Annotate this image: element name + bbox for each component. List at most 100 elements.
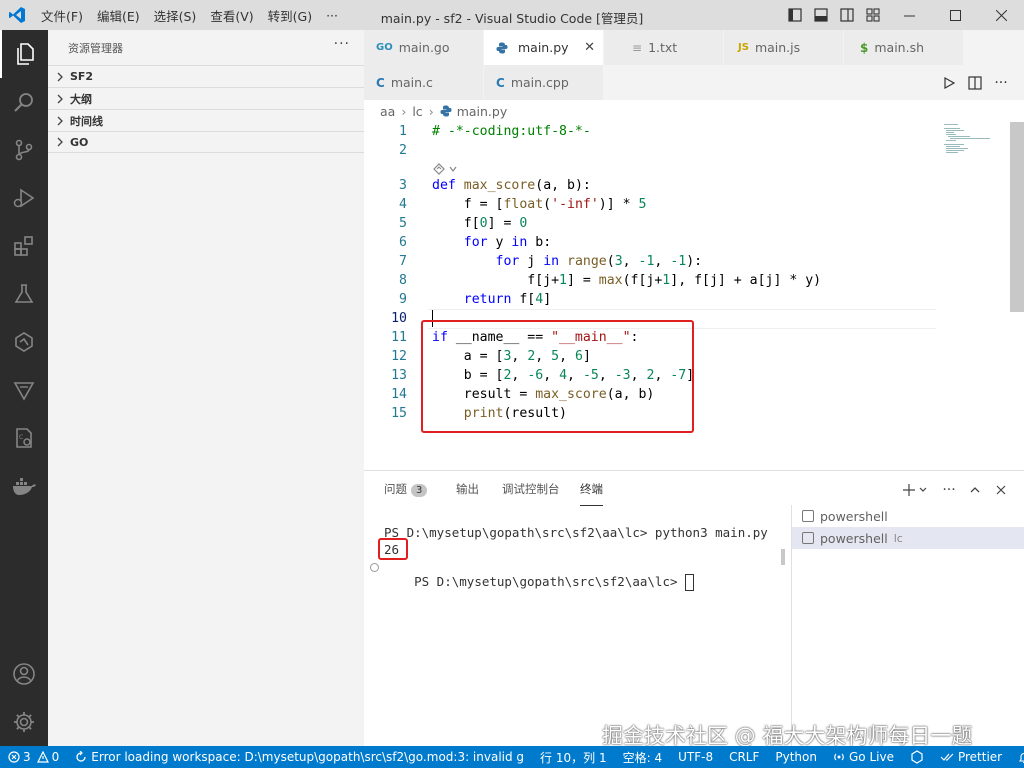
tab-main-go[interactable]: GO main.go bbox=[364, 30, 484, 65]
toggle-secondary-sidebar-icon[interactable] bbox=[834, 0, 860, 30]
panel-tab-debug-console[interactable]: 调试控制台 bbox=[502, 481, 560, 497]
go-live-button[interactable]: Go Live bbox=[825, 750, 902, 764]
panel-tab-problems[interactable]: 问题 3 bbox=[384, 481, 428, 497]
toggle-primary-sidebar-icon[interactable] bbox=[782, 0, 808, 30]
bottom-panel: 问题 3 输出 调试控制台 终端 ··· PS D:\mysetup\gopath… bbox=[364, 470, 1024, 747]
panel-more-icon[interactable]: ··· bbox=[938, 479, 960, 501]
panel-tab-output[interactable]: 输出 bbox=[456, 481, 479, 497]
menu-go[interactable]: 转到(G) bbox=[261, 6, 319, 25]
minimize-icon[interactable] bbox=[886, 0, 932, 30]
minimap[interactable] bbox=[942, 122, 1010, 162]
chevron-down-icon[interactable] bbox=[916, 479, 930, 501]
code-line: 6 for y in b: bbox=[399, 235, 552, 250]
code-line: 3 def max_score(a, b): bbox=[399, 178, 591, 193]
section-label: GO bbox=[70, 135, 89, 149]
run-file-icon[interactable] bbox=[936, 65, 962, 100]
source-control-icon[interactable] bbox=[0, 126, 48, 174]
status-bar: 3 0 Error loading workspace: D:\mysetup\… bbox=[0, 746, 1024, 768]
close-tab-icon[interactable]: ✕ bbox=[584, 40, 595, 55]
explorer-icon[interactable] bbox=[0, 30, 48, 78]
tab-main-sh[interactable]: $ main.sh bbox=[844, 30, 964, 65]
extensions-icon[interactable] bbox=[0, 222, 48, 270]
terminal-icon bbox=[802, 510, 814, 522]
breadcrumb-file[interactable]: main.py bbox=[457, 104, 508, 119]
end-of-line[interactable]: CRLF bbox=[721, 750, 767, 764]
tab-main-c[interactable]: C main.c bbox=[364, 65, 484, 100]
section-timeline[interactable]: 时间线 bbox=[48, 109, 364, 131]
maximize-icon[interactable] bbox=[932, 0, 978, 30]
gitlens-icon[interactable] bbox=[0, 318, 48, 366]
tab-label: 1.txt bbox=[648, 40, 678, 55]
remote-explorer-icon[interactable]: C bbox=[0, 414, 48, 462]
code-line: 5 f[0] = 0 bbox=[399, 216, 528, 231]
sidebar-header: 资源管理器 ··· bbox=[48, 30, 364, 65]
menu-view[interactable]: 查看(V) bbox=[203, 6, 260, 25]
encoding[interactable]: UTF-8 bbox=[670, 750, 721, 764]
section-outline[interactable]: 大纲 bbox=[48, 87, 364, 109]
triangle-extension-icon[interactable] bbox=[0, 366, 48, 414]
highlight-box-output bbox=[378, 538, 408, 560]
tab-main-py[interactable]: main.py ✕ bbox=[484, 30, 604, 65]
panel-tab-terminal[interactable]: 终端 bbox=[580, 481, 603, 506]
code-line: 1 # -*-coding:utf-8-*- bbox=[399, 124, 591, 139]
tab-label: main.cpp bbox=[510, 75, 569, 90]
c-file-icon: C bbox=[376, 75, 385, 90]
problems-status[interactable]: 3 0 bbox=[0, 750, 67, 764]
close-panel-icon[interactable] bbox=[990, 479, 1012, 501]
sidebar-title: 资源管理器 bbox=[68, 41, 123, 55]
prettier-button[interactable]: Prettier bbox=[932, 750, 1010, 764]
shell-file-icon: $ bbox=[860, 40, 869, 55]
code-lens-icon[interactable] bbox=[432, 162, 460, 176]
docker-icon[interactable] bbox=[0, 462, 48, 510]
code-editor[interactable]: 1 # -*-coding:utf-8-*- 2 3 def max_score… bbox=[364, 122, 1024, 470]
menu-file[interactable]: 文件(F) bbox=[34, 6, 90, 25]
tab-main-cpp[interactable]: C main.cpp bbox=[484, 65, 604, 100]
close-window-icon[interactable] bbox=[978, 0, 1024, 30]
python-file-icon bbox=[496, 42, 508, 54]
run-debug-icon[interactable] bbox=[0, 174, 48, 222]
section-label: 大纲 bbox=[70, 92, 92, 106]
more-actions-button[interactable]: ··· bbox=[334, 36, 350, 52]
gitlens-status-icon[interactable] bbox=[902, 750, 932, 764]
maximize-panel-icon[interactable] bbox=[964, 479, 986, 501]
editor-tabs: GO main.go main.py ✕ ≡ 1.txt JS main.js … bbox=[364, 30, 1024, 100]
search-icon[interactable] bbox=[0, 78, 48, 126]
code-line: 8 f[j+1] = max(f[j+1], f[j] + a[j] * y) bbox=[399, 273, 822, 288]
notifications-bell-icon[interactable] bbox=[1010, 751, 1024, 764]
tab-label: main.c bbox=[390, 75, 433, 90]
toggle-panel-icon[interactable] bbox=[808, 0, 834, 30]
split-editor-icon[interactable] bbox=[962, 65, 988, 100]
indentation[interactable]: 空格: 4 bbox=[615, 749, 671, 766]
breadcrumb-folder-aa[interactable]: aa bbox=[380, 104, 395, 119]
breadcrumb-folder-lc[interactable]: lc bbox=[412, 104, 422, 119]
tab-main-js[interactable]: JS main.js bbox=[724, 30, 844, 65]
tab-1-txt[interactable]: ≡ 1.txt bbox=[604, 30, 724, 65]
chevron-right-icon bbox=[52, 94, 68, 104]
workspace-error-status[interactable]: Error loading workspace: D:\mysetup\gopa… bbox=[67, 750, 532, 764]
customize-layout-icon[interactable] bbox=[860, 0, 886, 30]
terminal-command-line: PS D:\mysetup\gopath\src\sf2\aa\lc> pyth… bbox=[384, 525, 768, 540]
language-mode[interactable]: Python bbox=[767, 750, 825, 764]
terminal-prompt[interactable]: PS D:\mysetup\gopath\src\sf2\aa\lc> bbox=[384, 559, 695, 606]
editor-more-icon[interactable]: ··· bbox=[988, 65, 1014, 100]
testing-icon[interactable] bbox=[0, 270, 48, 318]
menu-selection[interactable]: 选择(S) bbox=[147, 6, 204, 25]
terminal-scrollbar[interactable] bbox=[781, 549, 785, 565]
text-file-icon: ≡ bbox=[632, 40, 643, 55]
terminal-list: powershell powershell lc bbox=[791, 505, 1024, 747]
python-file-icon bbox=[440, 105, 452, 117]
section-go[interactable]: GO bbox=[48, 131, 364, 153]
code-line: 2 bbox=[399, 143, 407, 158]
terminal-item-powershell[interactable]: powershell bbox=[792, 505, 1024, 527]
settings-gear-icon[interactable] bbox=[0, 698, 48, 746]
editor-scrollbar[interactable] bbox=[1010, 122, 1024, 312]
cpp-file-icon: C bbox=[496, 75, 505, 90]
accounts-icon[interactable] bbox=[0, 650, 48, 698]
menu-more[interactable]: ··· bbox=[319, 8, 345, 23]
breadcrumb: aa › lc › main.py bbox=[364, 100, 1024, 122]
menu-edit[interactable]: 编辑(E) bbox=[90, 6, 147, 25]
code-line: 7 for j in range(3, -1, -1): bbox=[399, 254, 703, 269]
cursor-position[interactable]: 行 10，列 1 bbox=[532, 749, 615, 766]
section-sf2[interactable]: SF2 bbox=[48, 65, 364, 87]
terminal-item-powershell-lc[interactable]: powershell lc bbox=[792, 527, 1024, 549]
